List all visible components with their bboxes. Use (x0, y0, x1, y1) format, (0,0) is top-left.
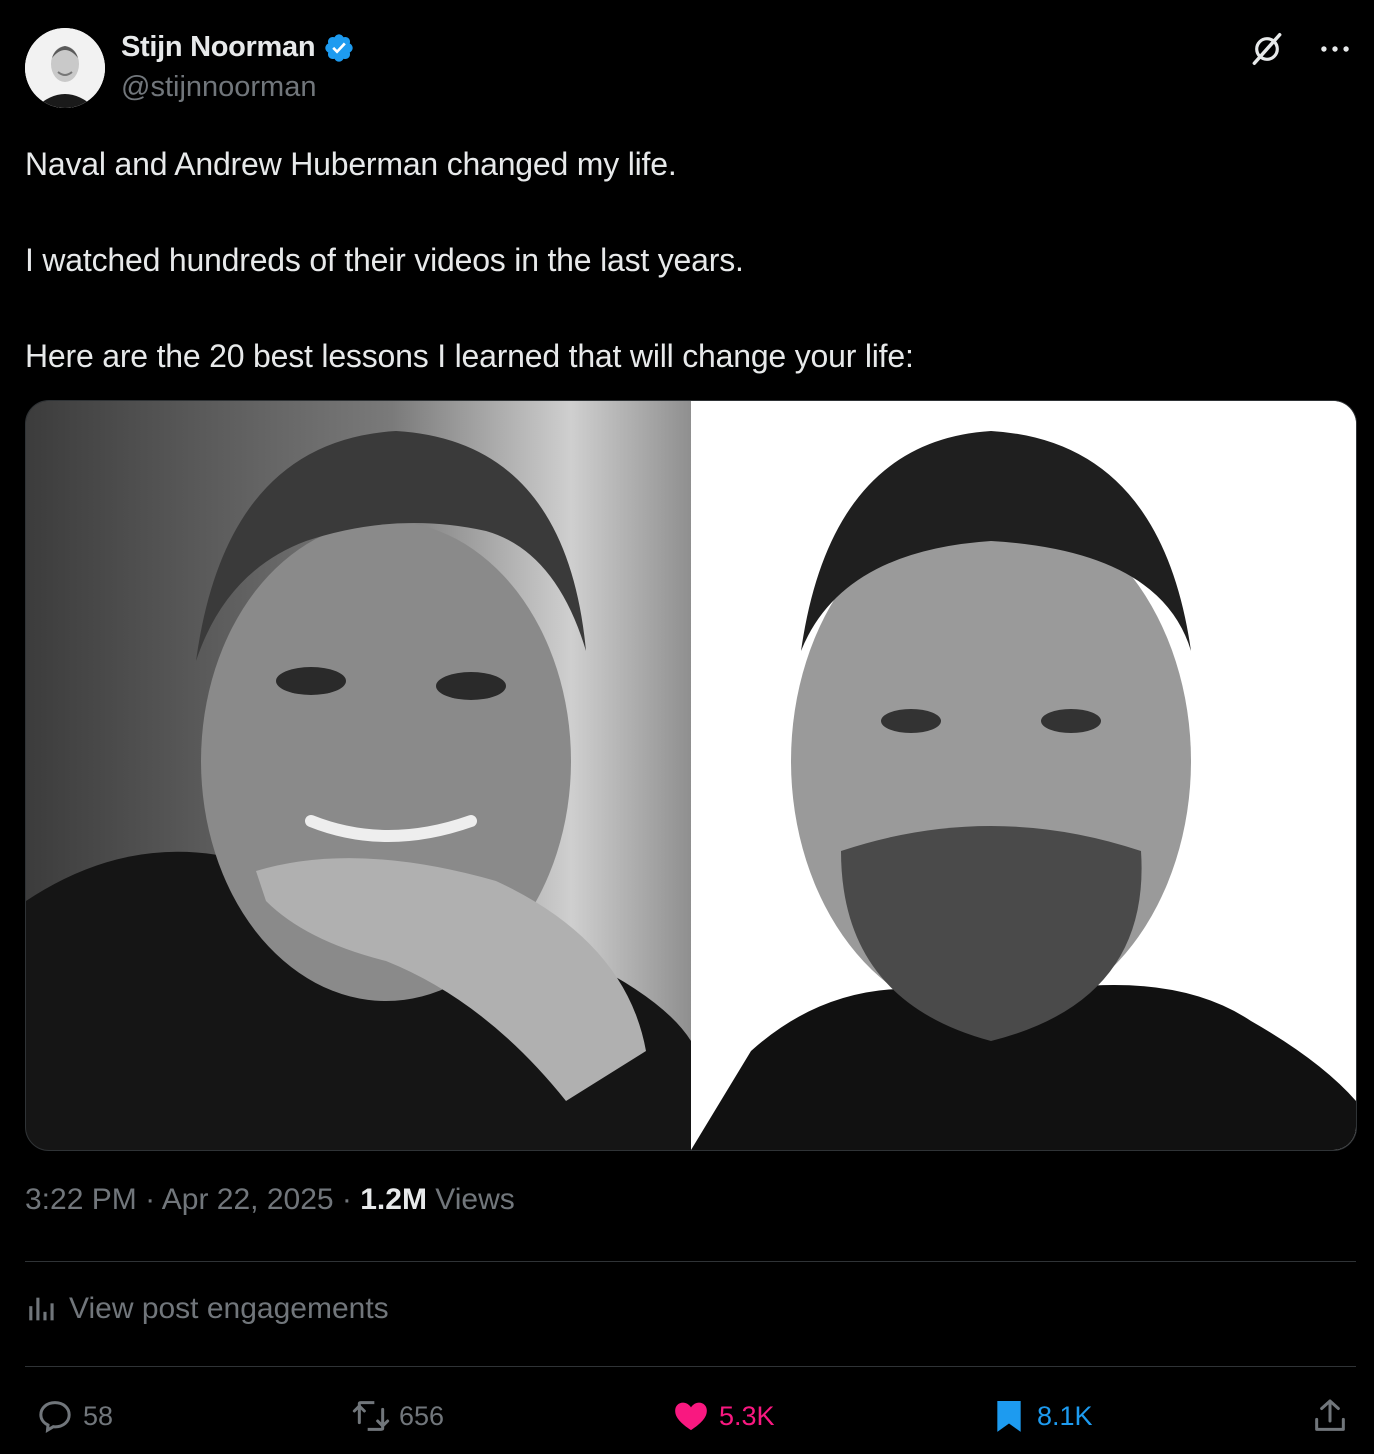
repost-button[interactable]: 656 (351, 1390, 444, 1442)
like-count: 5.3K (719, 1400, 775, 1431)
author-name-label: Stijn Noorman (121, 31, 316, 63)
tweet-paragraph-3: Here are the 20 best lessons I learned t… (25, 338, 914, 374)
tweet-paragraph-1: Naval and Andrew Huberman changed my lif… (25, 146, 677, 182)
more-icon[interactable] (1316, 30, 1354, 68)
view-engagements-link[interactable]: View post engagements (25, 1292, 389, 1326)
divider (25, 1366, 1356, 1367)
share-button[interactable] (1310, 1390, 1350, 1442)
tweet-meta: 3:22 PM · Apr 22, 2025 · 1.2M Views (25, 1183, 515, 1217)
divider (25, 1261, 1356, 1262)
reply-icon (39, 1401, 71, 1433)
bookmark-icon (997, 1401, 1021, 1432)
view-engagements-label: View post engagements (69, 1292, 389, 1325)
repost-icon (352, 1401, 390, 1431)
views-count: 1.2M (360, 1183, 427, 1216)
tweet-header: Stijn Noorman @stijnnoorman (25, 28, 1356, 108)
photo-naval[interactable] (26, 401, 691, 1150)
views-label: Views (435, 1183, 515, 1216)
tweet-media (25, 400, 1357, 1151)
repost-count: 656 (399, 1400, 445, 1431)
heart-icon (675, 1402, 707, 1431)
bookmark-count: 8.1K (1037, 1400, 1093, 1431)
avatar[interactable] (25, 28, 105, 108)
reply-count: 58 (83, 1400, 114, 1431)
grok-icon[interactable] (1248, 30, 1286, 68)
author-name[interactable]: Stijn Noorman (121, 31, 355, 64)
analytics-icon (29, 1297, 54, 1321)
bookmark-button[interactable]: 8.1K (989, 1390, 1093, 1442)
action-bar: 58 656 5.3K 8.1K (25, 1390, 1356, 1442)
tweet-time[interactable]: 3:22 PM (25, 1183, 137, 1216)
tweet-text: Naval and Andrew Huberman changed my lif… (25, 140, 1345, 428)
reply-button[interactable]: 58 (35, 1390, 113, 1442)
photo-huberman[interactable] (691, 401, 1356, 1150)
like-button[interactable]: 5.3K (671, 1390, 775, 1442)
verified-badge-icon (325, 33, 353, 62)
meta-separator-1: · (145, 1183, 156, 1216)
author-handle[interactable]: @stijnnoorman (121, 71, 316, 104)
meta-separator-2: · (341, 1183, 352, 1216)
share-icon (1315, 1399, 1345, 1431)
tweet-date[interactable]: Apr 22, 2025 (162, 1183, 334, 1216)
tweet-paragraph-2: I watched hundreds of their videos in th… (25, 242, 744, 278)
